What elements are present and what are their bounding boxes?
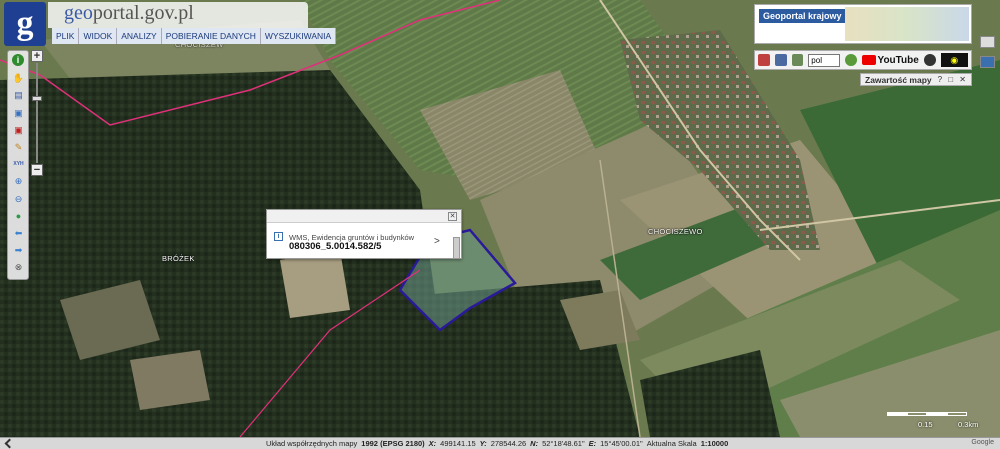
scale-segment — [907, 412, 927, 416]
collapse-arrow-icon[interactable] — [4, 438, 15, 449]
geoportal-krajowy-label: Geoportal krajowy — [759, 9, 846, 23]
clearing-2 — [280, 250, 350, 318]
compass-icon[interactable]: ⊗ — [11, 260, 26, 275]
scale-label-end: 0.3km — [958, 420, 979, 429]
youtube-label: YouTube — [877, 54, 919, 66]
youtube-play-icon — [861, 55, 876, 65]
crs-value[interactable]: 1992 (EPSG 2180) — [361, 439, 424, 448]
logo-letter: g — [16, 5, 34, 42]
zoom-control: + − — [31, 50, 45, 178]
scale-segment — [947, 412, 967, 416]
geoportal-app: BRÓŻEK CHOCISZEWO CHOCISZEW g geoportal.… — [0, 0, 1000, 449]
zoom-plus-button[interactable]: + — [31, 50, 43, 62]
menu-widok[interactable]: WIDOK — [79, 28, 118, 44]
popup-scrollbar[interactable] — [453, 237, 460, 259]
youtube-link[interactable]: YouTube — [861, 54, 919, 66]
right-side-controls — [980, 36, 996, 70]
zoom-minus-button[interactable]: − — [31, 164, 43, 176]
forward-arrow-icon[interactable]: ➡ — [11, 243, 26, 258]
brand-suffix: portal.gov.pl — [92, 2, 194, 24]
popup-expand-chevron-icon[interactable]: > — [434, 236, 440, 247]
map-label-brozek: BRÓŻEK — [162, 254, 195, 263]
save-icon[interactable] — [774, 54, 787, 66]
x-label: X: — [428, 439, 437, 448]
x-value: 499141.15 — [440, 439, 476, 448]
popup-header: ✕ — [267, 210, 461, 223]
scale-label-mid: 0.15 — [918, 420, 933, 429]
remove-layer-icon[interactable]: ▣ — [11, 123, 26, 138]
popup-close-icon[interactable]: ✕ — [448, 212, 457, 221]
pencil-icon[interactable]: ✎ — [11, 140, 26, 155]
popup-parcel-id[interactable]: 080306_5.0014.582/5 — [289, 241, 381, 252]
menu-wyszukiwania[interactable]: WYSZUKIWANIA — [260, 28, 337, 44]
info-icon[interactable]: i — [12, 54, 24, 66]
e-label: E: — [588, 439, 597, 448]
map-contents-header[interactable]: Zawartość mapy ? □ ✕ — [860, 73, 972, 86]
zoom-in-icon[interactable]: ⊕ — [11, 174, 26, 189]
clearing-3 — [130, 350, 210, 410]
side-toggle-2[interactable] — [980, 56, 995, 68]
help-icon[interactable] — [844, 54, 857, 66]
add-layer-icon[interactable]: ▣ — [11, 106, 26, 121]
document-icon[interactable]: ▤ — [11, 88, 26, 103]
side-toggle-1[interactable] — [980, 36, 995, 48]
geoportal-logo[interactable]: g — [4, 2, 46, 46]
left-toolbar: i ✋ ▤ ▣ ▣ ✎ XYH ⊕ ⊖ ● ⬅ ➡ ⊗ — [7, 50, 29, 280]
map-contents-title: Zawartość mapy — [865, 75, 932, 85]
accessibility-icon[interactable] — [923, 54, 936, 66]
contrast-eye-icon[interactable]: ◉ — [940, 53, 969, 67]
geoportal-krajowy-panel[interactable]: Geoportal krajowy — [754, 4, 972, 44]
scale-segment — [927, 412, 947, 416]
menu-pobieranie-danych[interactable]: POBIERANIE DANYCH — [161, 28, 261, 44]
y-label: Y: — [479, 439, 487, 448]
n-label: N: — [530, 439, 539, 448]
n-value: 52°18'48.61" — [542, 439, 585, 448]
language-select[interactable]: pol — [808, 53, 840, 67]
scale-label: Aktualna Skala — [646, 439, 697, 448]
map-contents-controls[interactable]: ? □ ✕ — [938, 75, 968, 84]
export-icon[interactable] — [791, 54, 804, 66]
scale-bar — [887, 412, 967, 418]
main-menu: PLIK WIDOK ANALIZY POBIERANIE DANYCH WYS… — [52, 28, 337, 44]
print-icon[interactable] — [758, 54, 770, 66]
overview-minimap[interactable] — [845, 7, 969, 41]
zoom-track[interactable] — [36, 63, 38, 163]
map-label-chociszewo: CHOCISZEWO — [648, 227, 703, 236]
e-value: 15°45'00.01" — [600, 439, 643, 448]
menu-plik[interactable]: PLIK — [52, 28, 80, 44]
crs-prefix: Układ współrzędnych mapy — [266, 439, 358, 448]
status-bar: Układ współrzędnych mapy 1992 (EPSG 2180… — [0, 437, 1000, 449]
globe-icon[interactable]: ● — [11, 209, 26, 224]
y-value: 278544.26 — [490, 439, 527, 448]
zoom-slider-thumb[interactable] — [32, 96, 42, 101]
coordinate-readout: Układ współrzędnych mapy 1992 (EPSG 2180… — [266, 439, 728, 448]
attribution-text: Google — [971, 439, 994, 446]
brand-prefix: geo — [64, 2, 93, 24]
right-iconbar: pol YouTube ◉ — [754, 50, 972, 70]
xyh-icon[interactable]: XYH — [11, 157, 26, 172]
scale-value[interactable]: 1:10000 — [701, 439, 729, 448]
popup-info-icon: i — [274, 232, 283, 241]
menu-analizy[interactable]: ANALIZY — [117, 28, 162, 44]
zoom-out-icon[interactable]: ⊖ — [11, 192, 26, 207]
back-arrow-icon[interactable]: ⬅ — [11, 226, 26, 241]
brand-title[interactable]: geoportal.gov.pl — [64, 2, 194, 25]
scale-segment — [887, 412, 907, 416]
feature-info-popup: ✕ i WMS, Ewidencja gruntów i budynków 08… — [266, 209, 462, 259]
pan-hand-icon[interactable]: ✋ — [11, 71, 26, 86]
